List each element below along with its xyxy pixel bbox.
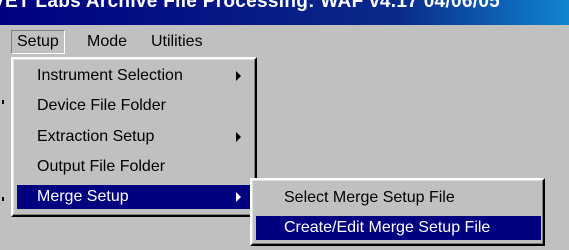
menu-utilities[interactable]: Utilities [146,30,208,54]
submenu-arrow-icon [236,132,241,142]
menu-item-create-edit-merge-setup-file[interactable]: Create/Edit Merge Setup File [256,216,541,240]
background-mark [2,197,4,201]
menu-item-label: Merge Setup [37,188,129,205]
menu-item-label: Create/Edit Merge Setup File [284,219,491,236]
menu-item-output-file-folder[interactable]: Output File Folder [17,155,253,179]
submenu-arrow-icon [236,71,241,81]
menu-item-label: Extraction Setup [37,128,155,145]
title-bar: VET Labs Archive File Processing: WAF v4… [0,0,569,25]
menu-mode[interactable]: Mode [82,30,132,54]
submenu-arrow-icon [236,192,241,202]
menu-setup[interactable]: Setup [11,30,65,54]
menu-item-extraction-setup[interactable]: Extraction Setup [17,125,253,149]
setup-dropdown-menu: Instrument Selection Device File Folder … [11,57,257,217]
menu-item-device-file-folder[interactable]: Device File Folder [17,94,253,118]
menu-item-label: Device File Folder [37,97,166,114]
menu-item-instrument-selection[interactable]: Instrument Selection [17,64,253,88]
menu-item-label: Instrument Selection [37,67,183,84]
window-title: VET Labs Archive File Processing: WAF v4… [0,0,501,12]
background-mark [2,100,4,104]
menu-item-select-merge-setup-file[interactable]: Select Merge Setup File [256,186,541,210]
menu-item-label: Select Merge Setup File [284,189,455,206]
menu-item-merge-setup[interactable]: Merge Setup [17,185,253,209]
menu-item-label: Output File Folder [37,158,166,175]
menu-bar: Setup Mode Utilities [0,25,569,57]
merge-setup-submenu: Select Merge Setup File Create/Edit Merg… [250,178,545,246]
